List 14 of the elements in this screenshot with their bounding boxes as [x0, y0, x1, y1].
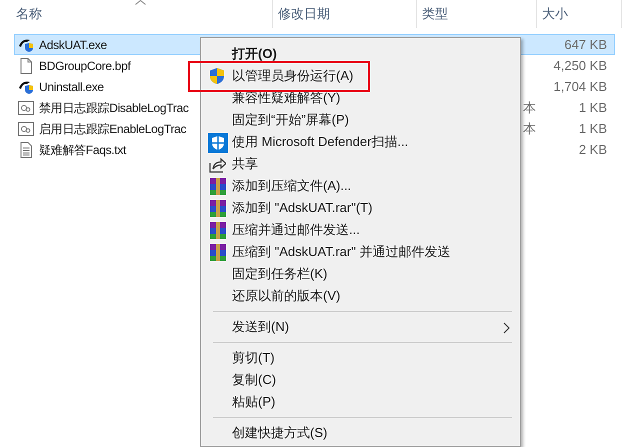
file-name: AdskUAT.exe	[39, 36, 107, 54]
file-size: 1,704 KB	[552, 78, 607, 96]
file-size: 2 KB	[578, 140, 607, 159]
file-size: 1 KB	[578, 98, 607, 117]
file-name: Uninstall.exe	[39, 78, 104, 96]
file-name: 禁用日志跟踪DisableLogTrac	[39, 100, 189, 116]
file-name: BDGroupCore.bpf	[39, 58, 131, 74]
file-size: 4,250 KB	[552, 56, 607, 75]
file-name: 疑难解答Faqs.txt	[39, 142, 126, 158]
file-size: 1 KB	[578, 120, 607, 138]
file-size: 647 KB	[563, 36, 607, 54]
file-type: 本	[523, 120, 537, 138]
file-name: 启用日志跟踪EnableLogTrac	[39, 120, 186, 138]
file-type: 本	[523, 98, 537, 117]
